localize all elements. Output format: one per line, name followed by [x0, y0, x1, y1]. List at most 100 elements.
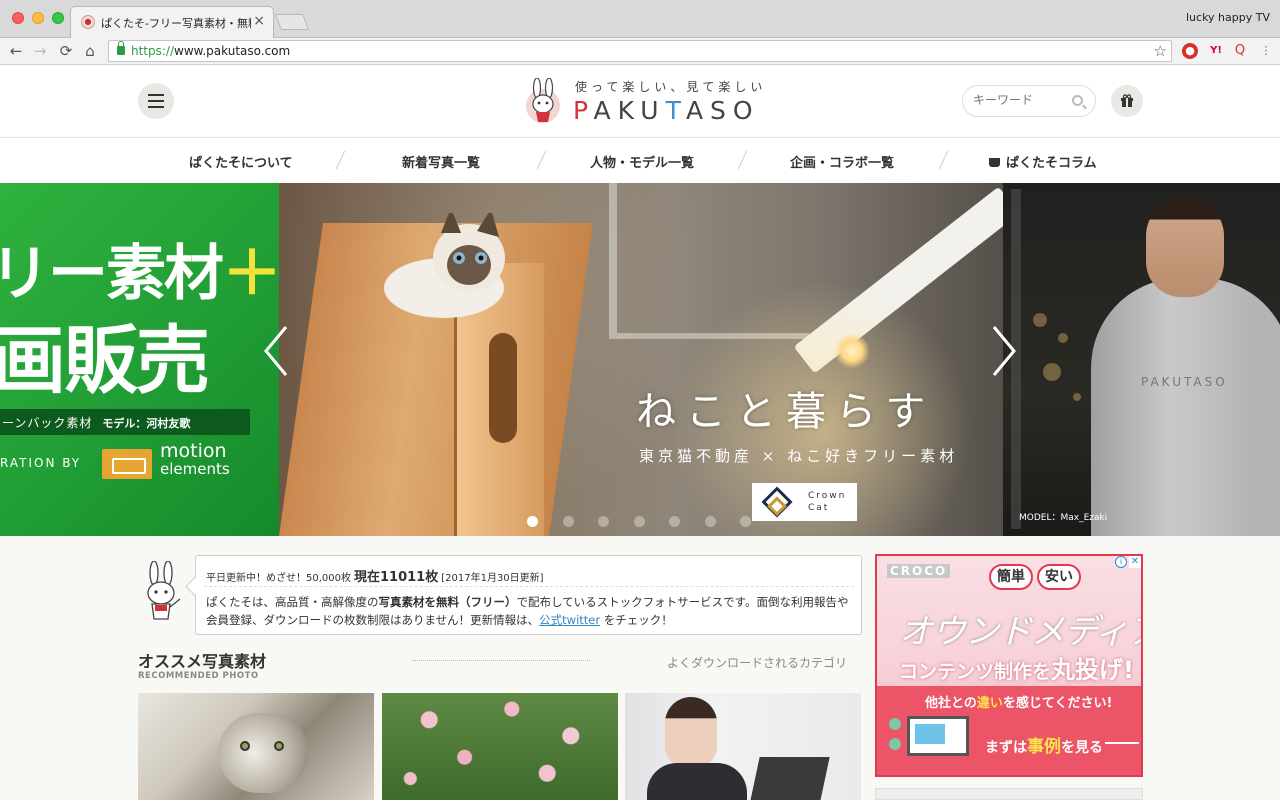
chevron-right-icon[interactable]: [990, 325, 1018, 377]
maximize-window-button[interactable]: [52, 12, 64, 24]
sidebar-next-widget: [875, 788, 1143, 800]
main-content: 平日更新中！めざせ！50,000枚 現在11011枚 [2017年1月30日更新] …: [0, 536, 1280, 800]
tab-close-button[interactable]: ×: [253, 13, 265, 29]
rabbit-mascot-logo-icon[interactable]: [522, 78, 564, 124]
desc-part: をチェック！: [603, 613, 673, 627]
home-button[interactable]: ⌂: [80, 41, 100, 61]
forward-button[interactable]: →: [30, 41, 50, 61]
desc-emphasis: 写真素材を無料（フリー）: [378, 595, 517, 609]
slide-left-headline-2: 画販売: [0, 318, 210, 404]
slider-dot[interactable]: [633, 516, 645, 527]
ad-cta-emphasis: 事例: [1027, 737, 1061, 757]
new-tab-button[interactable]: [275, 14, 309, 30]
extension-icon[interactable]: ●: [1182, 43, 1198, 59]
site-logo-text[interactable]: PAKUTASO: [573, 96, 760, 125]
search-icon[interactable]: [1072, 95, 1083, 106]
slide-left-headline-text: リー素材: [0, 239, 224, 309]
crown-cat-badge: Crown Cat: [752, 483, 857, 521]
update-goal: 平日更新中！めざせ！50,000枚: [206, 573, 351, 584]
shelf-hole: [489, 333, 517, 443]
sidebar-advertisement[interactable]: CROCO i ✕ 簡単 安い オウンドメディアの コンテンツ制作を丸投げ! 他…: [875, 554, 1143, 777]
slide-left-caption: ーンバック素材 モデル：河村友歌: [2, 414, 190, 431]
recommended-photo-cat[interactable]: [138, 693, 374, 800]
collaboration-label: RATION BY: [0, 456, 82, 470]
arrow-right-icon: [1105, 742, 1139, 744]
recommended-photo-woman[interactable]: [625, 693, 861, 800]
slider-dot[interactable]: [598, 516, 609, 527]
close-window-button[interactable]: [12, 12, 24, 24]
site-tagline: 使って楽しい、見て楽しい: [575, 80, 767, 94]
site-search-box[interactable]: [962, 85, 1096, 117]
ad-tagline: 他社との違いを感じてください!: [925, 692, 1112, 711]
ad-headline-text: オウンドメディア: [899, 612, 1143, 652]
slider-dot[interactable]: [562, 516, 574, 527]
slider-dot[interactable]: [704, 516, 716, 527]
recommended-subtitle: RECOMMENDED PHOTO: [138, 671, 259, 681]
plus-glyph: ＋: [222, 239, 279, 309]
hero-slider[interactable]: リー素材＋ 画販売 ーンバック素材 モデル：河村友歌 RATION BY moti…: [0, 183, 1280, 536]
profile-name[interactable]: lucky happy TV: [1186, 11, 1270, 24]
wordmark-line-1: motion: [160, 440, 227, 462]
site-description: ぱくたそは、高品質・高解像度の写真素材を無料（フリー）で配布しているストックフォ…: [206, 593, 856, 629]
hamburger-menu-button[interactable]: [138, 83, 174, 119]
nav-item-new-photos[interactable]: 新着写真一覧: [402, 152, 480, 171]
cat-face: [218, 713, 308, 793]
recommended-photo-roses[interactable]: [382, 693, 618, 800]
ad-bubble-cheap: 安い: [1037, 564, 1081, 590]
chevron-left-icon[interactable]: [262, 325, 290, 377]
tab-title: ぱくたそ-フリー写真素材・無料ダ: [101, 17, 251, 30]
hamburger-line: [148, 100, 164, 102]
gift-icon: [1121, 94, 1133, 107]
search-input[interactable]: [973, 93, 1063, 107]
section-divider: [412, 660, 590, 661]
rabbit-favicon-icon: ●: [81, 15, 95, 29]
popular-categories-link[interactable]: よくダウンロードされるカテゴリ: [667, 654, 847, 671]
ad-info-icon[interactable]: i: [1115, 556, 1127, 568]
ad-close-icon[interactable]: ✕: [1129, 556, 1141, 568]
ad-monitor-illustration: [907, 716, 969, 756]
motion-elements-logo-icon: [102, 449, 152, 479]
address-bar[interactable]: https://www.pakutaso.com ☆: [108, 40, 1172, 62]
update-date: [2017年1月30日更新]: [441, 573, 544, 584]
back-button[interactable]: ←: [6, 41, 26, 61]
hoodie-print: PAKUTASO: [1141, 375, 1228, 389]
desc-part: ぱくたそは、高品質・高解像度の: [206, 595, 379, 609]
model-hoodie: [1091, 278, 1280, 536]
ad-decor-circle: [889, 738, 901, 750]
reload-button[interactable]: ⟳: [56, 41, 76, 61]
nav-item-projects[interactable]: 企画・コラボ一覧: [790, 152, 894, 171]
twitter-link[interactable]: 公式twitter: [539, 613, 600, 627]
slide-left-caption-bar: ーンバック素材 モデル：河村友歌: [0, 409, 250, 435]
slide-model-max-ezaki[interactable]: PAKUTASO MODEL：Max_Ezaki: [1003, 183, 1280, 536]
nav-item-column[interactable]: ぱくたそコラム: [989, 152, 1097, 171]
slider-dot[interactable]: [527, 516, 538, 527]
browser-titlebar: ● ぱくたそ-フリー写真素材・無料ダ × lucky happy TV: [0, 0, 1280, 38]
cat-eye: [274, 741, 284, 751]
logo-letter-t: T: [665, 96, 686, 125]
browser-tab[interactable]: ● ぱくたそ-フリー写真素材・無料ダ ×: [70, 6, 274, 38]
ad-cta[interactable]: まずは事例を見る: [985, 732, 1103, 757]
caption-model: モデル：河村友歌: [102, 417, 191, 430]
minimize-window-button[interactable]: [32, 12, 44, 24]
ad-tagline-emphasis: 違い: [976, 696, 1003, 711]
slide-left-headline: リー素材＋: [0, 225, 279, 312]
rabbit-mascot-icon: [147, 561, 181, 620]
slider-dot[interactable]: [669, 516, 680, 527]
search-extension-icon[interactable]: Q: [1232, 43, 1248, 59]
slide-subtitle: 東京猫不動産 × ねこ好きフリー素材: [639, 447, 959, 465]
bokeh-light: [1043, 363, 1061, 381]
ad-subheadline-text: コンテンツ制作を: [899, 661, 1052, 683]
gift-button[interactable]: [1111, 85, 1143, 117]
bookmark-star-icon[interactable]: ☆: [1154, 42, 1167, 60]
nav-item-about[interactable]: ぱくたそについて: [189, 152, 293, 171]
nav-item-models[interactable]: 人物・モデル一覧: [590, 152, 694, 171]
slide-motion-elements[interactable]: リー素材＋ 画販売 ーンバック素材 モデル：河村友歌 RATION BY moti…: [0, 183, 279, 536]
slide-neko-to-kurasu[interactable]: ねこと暮らす 東京猫不動産 × ねこ好きフリー素材 Crown Cat: [279, 183, 1003, 536]
slider-dot[interactable]: [740, 516, 751, 527]
logo-letters-aku: AKU: [593, 96, 666, 125]
url-text[interactable]: https://www.pakutaso.com: [131, 44, 290, 58]
browser-menu-icon[interactable]: ⋮: [1258, 43, 1274, 59]
laptop: [750, 757, 830, 800]
hamburger-line: [148, 94, 164, 96]
yahoo-extension-icon[interactable]: Y!: [1208, 43, 1224, 59]
